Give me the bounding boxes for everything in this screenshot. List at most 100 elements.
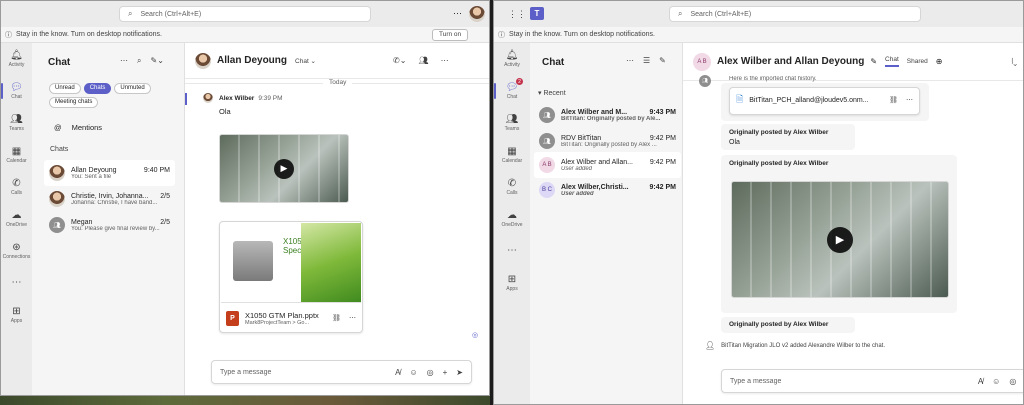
- connections-icon: ⊛: [12, 242, 21, 253]
- more-icon[interactable]: ⋯: [453, 8, 462, 19]
- more-icon[interactable]: ⋯: [349, 314, 356, 322]
- avatar: A B: [539, 157, 555, 173]
- file-card[interactable]: X1051 Design Specifications P X1050 GTM …: [219, 221, 363, 333]
- rail-chat[interactable]: 💬︎ Chat: [1, 75, 32, 107]
- rail-apps[interactable]: ⊞ Apps: [494, 267, 530, 299]
- chat-item[interactable]: 👥︎ RDV BitTitan 9:42 PM BitTitan: Original…: [534, 128, 681, 154]
- new-chat-icon[interactable]: ✎: [659, 56, 666, 65]
- loop-icon[interactable]: ◎: [1009, 377, 1016, 386]
- search-box[interactable]: ⌕ Search (Ctrl+Alt+E): [669, 6, 921, 22]
- rail-calendar[interactable]: ▦ Calendar: [494, 139, 530, 171]
- filter-unmuted[interactable]: Unmuted: [114, 83, 151, 94]
- more-icon[interactable]: ⋯: [906, 96, 913, 104]
- format-icon[interactable]: A̸: [395, 368, 400, 377]
- edit-icon[interactable]: ✎: [870, 57, 877, 66]
- filter-unread[interactable]: Unread: [49, 83, 81, 94]
- rail-more[interactable]: ⋯: [494, 235, 530, 267]
- emoji-icon[interactable]: ☺: [409, 368, 417, 377]
- rail-chat[interactable]: 💬︎ Chat 2: [494, 75, 530, 107]
- chat-item[interactable]: B C Alex Wilber,Christi... 9:42 PM User ad…: [534, 177, 681, 203]
- chat-list-pane: Chat ⋯ ⌕ ✎⌄ Unread Chats Unmuted Meeting…: [32, 43, 185, 395]
- avatar: [49, 191, 65, 207]
- app-rail: 🔔︎ Activity 💬︎ Chat 👥︎ Teams ▦ Calendar ✆ Cal…: [1, 43, 32, 395]
- video-attachment[interactable]: ▶: [219, 134, 349, 203]
- profile-avatar[interactable]: [469, 6, 485, 22]
- filter-icon[interactable]: ☰: [643, 56, 650, 65]
- rail-more[interactable]: ⋯: [1, 267, 32, 299]
- chat-item[interactable]: 👥︎ Megan 2/5 You: Please give final review…: [44, 212, 175, 238]
- filter-chats[interactable]: Chats: [83, 83, 112, 94]
- rail-teams[interactable]: 👥︎ Teams: [494, 107, 530, 139]
- phone-icon: ✆: [12, 178, 21, 189]
- rail-apps[interactable]: ⊞ Apps: [1, 299, 32, 331]
- add-people-icon[interactable]: 👥︎: [418, 56, 428, 65]
- more-icon[interactable]: ⋯: [441, 56, 449, 65]
- message-text: Ola: [219, 107, 231, 116]
- seen-icon: ◎: [472, 332, 479, 339]
- phone-icon: ✆: [507, 178, 517, 189]
- rail-activity[interactable]: 🔔︎ Activity: [494, 43, 530, 75]
- file-icon: 🗎: [736, 94, 744, 104]
- more-options-icon[interactable]: ⋯: [626, 56, 634, 65]
- rail-calls[interactable]: ✆ Calls: [1, 171, 32, 203]
- quote-header: Originally posted by Alex Wilber: [729, 321, 829, 328]
- avatar: [195, 52, 211, 69]
- search-icon: ⌕: [128, 9, 133, 18]
- link-icon[interactable]: ⛓: [889, 96, 898, 104]
- tab-chat[interactable]: Chat: [885, 56, 899, 67]
- link-icon[interactable]: ⛓: [332, 314, 341, 322]
- compose-box[interactable]: Type a message A̸☺◎+: [721, 369, 1023, 393]
- format-icon[interactable]: A̸: [978, 377, 983, 386]
- chat-title: Alex Wilber and Allan Deyoung: [717, 56, 865, 67]
- emoji-icon[interactable]: ☺: [992, 377, 1000, 386]
- pane-title: Chat: [48, 57, 71, 68]
- notification-bar: ⓘ Stay in the know. Turn on desktop noti…: [1, 27, 489, 43]
- search-box[interactable]: ⌕ Search (Ctrl+Alt+E): [119, 6, 371, 22]
- tab-chat[interactable]: Chat ⌄: [295, 57, 316, 65]
- file-card[interactable]: 🗎 BitTitan_PCH_alland@jloudev5.onm... ⛓ ⋯: [729, 87, 920, 115]
- compose-box[interactable]: Type a message A̸ ☺ ◎ + ➤: [211, 360, 472, 384]
- chat-item[interactable]: Christie, Irvin, Johanna... 2/5 Johanna: C…: [44, 186, 175, 212]
- filter-pills: Unread Chats Unmuted Meeting chats: [49, 83, 179, 108]
- filter-meeting-chats[interactable]: Meeting chats: [49, 97, 99, 108]
- add-tab-icon[interactable]: ⊕: [936, 57, 943, 66]
- compose-placeholder: Type a message: [730, 377, 782, 385]
- rail-calendar[interactable]: ▦ Calendar: [1, 139, 32, 171]
- conversation-pane: Allan Deyoung Chat ⌄ ✆⌄ 👥︎ ⋯ Today Alex …: [185, 43, 489, 395]
- chat-item[interactable]: A B Alex Wilber and Allan... 9:42 PM User …: [534, 152, 681, 178]
- mentions-item[interactable]: @ Mentions: [54, 123, 102, 132]
- rail-calls[interactable]: ✆ Calls: [494, 171, 530, 203]
- turn-on-button[interactable]: Turn on: [432, 29, 469, 41]
- section-header: ▾ Recent: [538, 90, 566, 97]
- play-icon[interactable]: ▶: [274, 158, 294, 179]
- rail-onedrive[interactable]: ☁ OneDrive: [494, 203, 530, 235]
- rail-connections[interactable]: ⊛ Connections: [1, 235, 32, 267]
- play-icon[interactable]: ▶: [827, 226, 853, 253]
- avatar: 👥︎: [539, 107, 555, 123]
- avatar: 👥︎: [49, 217, 65, 233]
- slide-preview: X1051 Design Specifications: [221, 223, 361, 303]
- desktop-wallpaper: [0, 396, 493, 405]
- send-icon[interactable]: ➤: [456, 368, 463, 377]
- chat-item[interactable]: Allan Deyoung 9:40 PM You: Sent a file: [44, 160, 175, 186]
- search-placeholder: Search (Ctrl+Alt+E): [140, 10, 202, 18]
- rail-onedrive[interactable]: ☁ OneDrive: [1, 203, 32, 235]
- file-name: BitTitan_PCH_alland@jloudev5.onm...: [749, 96, 869, 104]
- search-icon[interactable]: ⌕: [137, 56, 141, 66]
- rail-activity[interactable]: 🔔︎ Activity: [1, 43, 32, 75]
- call-icon[interactable]: ✆⌄: [393, 56, 406, 65]
- audio-icon[interactable]: ⦚⌄: [1012, 57, 1017, 67]
- cloud-icon: ☁: [507, 210, 517, 221]
- info-icon: ⓘ: [498, 31, 505, 39]
- more-options-icon[interactable]: ⋯: [120, 56, 128, 66]
- app-launcher-icon[interactable]: ⋮⋮: [508, 9, 526, 20]
- loop-icon[interactable]: ◎: [427, 368, 434, 377]
- more-icon: ⋯: [11, 277, 22, 288]
- chat-item[interactable]: 👥︎ Alex Wilber and M... 9:43 PM BitTitan: …: [534, 102, 681, 128]
- tab-shared[interactable]: Shared: [907, 58, 928, 65]
- rail-teams[interactable]: 👥︎ Teams: [1, 107, 32, 139]
- add-icon[interactable]: +: [443, 368, 448, 377]
- video-attachment[interactable]: ▶: [731, 181, 949, 298]
- search-icon: ⌕: [678, 9, 683, 18]
- new-chat-icon[interactable]: ✎⌄: [150, 56, 163, 66]
